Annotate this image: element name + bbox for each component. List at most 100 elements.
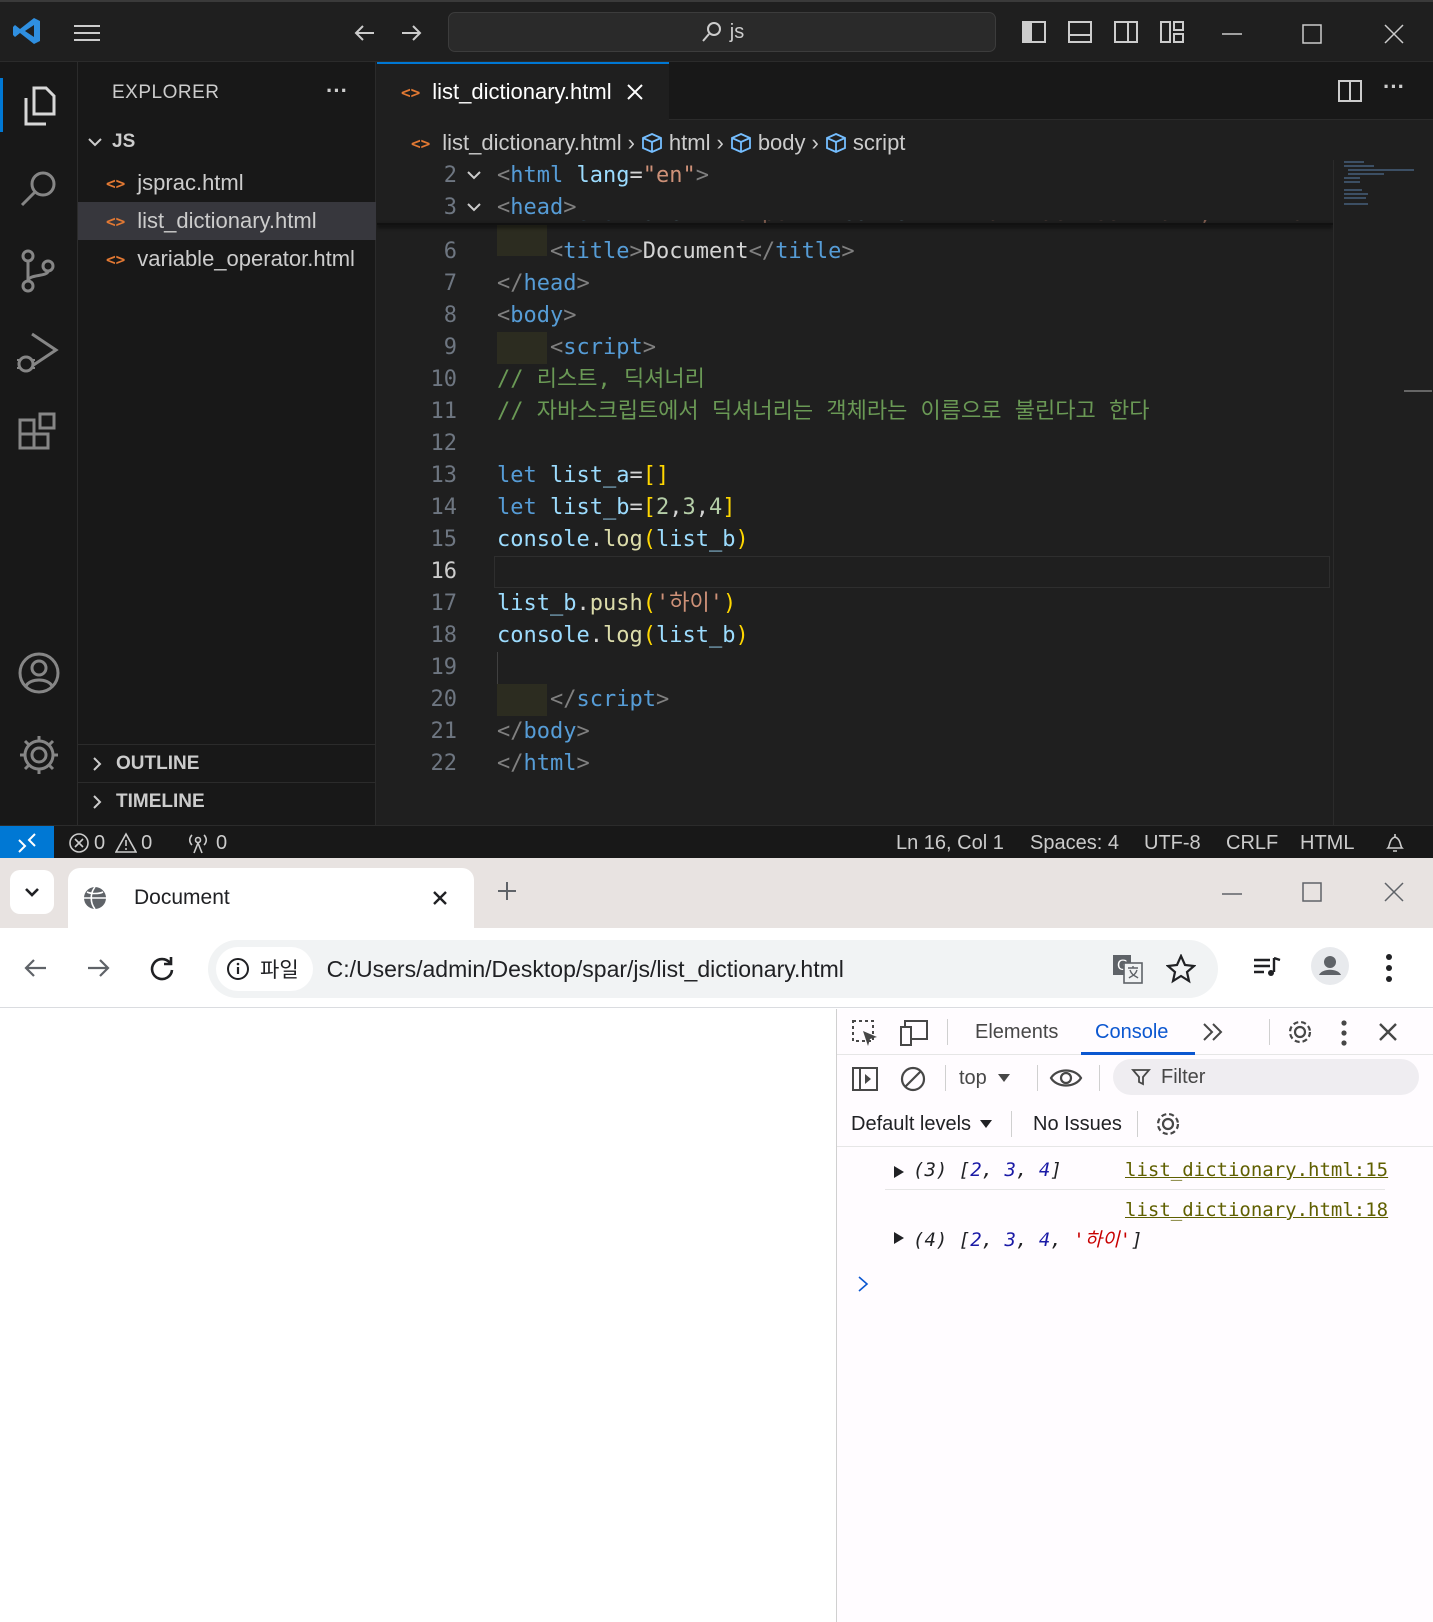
- clear-console-icon[interactable]: [899, 1065, 927, 1093]
- folder-js[interactable]: JS: [86, 126, 135, 158]
- breadcrumb-html[interactable]: html: [669, 130, 711, 156]
- breadcrumb-body[interactable]: body: [758, 130, 806, 156]
- customize-layout-icon[interactable]: [1158, 18, 1186, 46]
- menu-icon[interactable]: [72, 20, 102, 46]
- extensions-icon[interactable]: [12, 408, 66, 462]
- fold-chevron-icon[interactable]: [465, 166, 483, 184]
- minimize-icon[interactable]: [1222, 892, 1242, 896]
- manage-gear-icon[interactable]: [12, 728, 66, 782]
- console-prompt[interactable]: [837, 1265, 1433, 1305]
- cube-icon: [641, 132, 663, 154]
- log-source-link[interactable]: list_dictionary.html:15: [1125, 1159, 1388, 1181]
- address-bar[interactable]: 파일 C:/Users/admin/Desktop/spar/js/list_d…: [208, 940, 1218, 998]
- search-text: js: [729, 20, 745, 43]
- expand-triangle-icon[interactable]: [893, 1165, 905, 1179]
- forward-arrow-icon[interactable]: [398, 20, 424, 46]
- more-tabs-icon[interactable]: [1201, 1021, 1225, 1043]
- chevron-right-icon: ›: [627, 130, 635, 155]
- log-suffix: ]: [1050, 1159, 1062, 1181]
- notifications-bell-icon[interactable]: [1384, 826, 1406, 860]
- file-variable-operator[interactable]: <> variable_operator.html: [78, 240, 376, 278]
- explorer-icon[interactable]: [12, 78, 66, 132]
- close-window-icon[interactable]: [1384, 882, 1404, 902]
- timeline-section[interactable]: TIMELINE: [78, 782, 376, 820]
- breadcrumb-file[interactable]: list_dictionary.html: [442, 130, 621, 156]
- tab-console-active[interactable]: Console: [1081, 1009, 1195, 1055]
- minimize-icon[interactable]: [1222, 32, 1242, 36]
- encoding[interactable]: UTF-8: [1144, 826, 1201, 860]
- sidebar-toggle-icon[interactable]: [851, 1065, 879, 1093]
- fold-chevron-icon[interactable]: [465, 198, 483, 216]
- maximize-icon[interactable]: [1302, 24, 1322, 44]
- new-tab-plus-icon[interactable]: [496, 880, 518, 902]
- reload-icon[interactable]: [148, 954, 176, 982]
- media-control-icon[interactable]: [1252, 954, 1282, 982]
- browser-tab-document[interactable]: Document: [68, 868, 474, 928]
- live-expression-eye-icon[interactable]: [1049, 1065, 1083, 1091]
- maximize-icon[interactable]: [1302, 882, 1322, 902]
- problems-indicator[interactable]: 0 0: [68, 826, 152, 860]
- breadcrumb-script[interactable]: script: [853, 130, 906, 156]
- profile-avatar-icon[interactable]: [1310, 946, 1350, 986]
- devtools-menu-icon[interactable]: [1339, 1019, 1349, 1047]
- console-message-2[interactable]: list_dictionary.html:18 (4) [2, 3, 4, '하…: [837, 1191, 1433, 1253]
- back-arrow-icon[interactable]: [22, 954, 50, 982]
- ports-indicator[interactable]: 0: [186, 826, 227, 860]
- code-line-18: console.log(list_b): [497, 623, 749, 648]
- translate-icon[interactable]: G: [1112, 954, 1144, 984]
- toggle-panel-icon[interactable]: [1066, 18, 1094, 46]
- back-arrow-icon[interactable]: [352, 20, 378, 46]
- command-center-search[interactable]: js: [448, 12, 996, 52]
- code-line-8: <body>: [497, 303, 577, 328]
- tab-elements[interactable]: Elements: [975, 1021, 1058, 1044]
- log-levels-dropdown[interactable]: Default levels: [851, 1109, 993, 1139]
- bookmark-star-icon[interactable]: [1166, 954, 1196, 984]
- vscode-logo-icon: [12, 16, 42, 46]
- close-devtools-icon[interactable]: [1377, 1021, 1399, 1043]
- inspect-element-icon[interactable]: [851, 1019, 879, 1047]
- kebab-menu-icon[interactable]: [1384, 952, 1394, 984]
- toggle-primary-sidebar-icon[interactable]: [1020, 18, 1048, 46]
- log-source-link[interactable]: list_dictionary.html:18: [1125, 1199, 1388, 1221]
- site-info-chip[interactable]: 파일: [216, 947, 313, 991]
- code-line-20: </script>: [549, 687, 670, 712]
- device-toolbar-icon[interactable]: [899, 1019, 929, 1047]
- cursor-position[interactable]: Ln 16, Col 1: [896, 826, 1004, 860]
- editor-more-actions-icon[interactable]: ···: [1383, 74, 1405, 100]
- search-icon[interactable]: [12, 162, 66, 216]
- filter-input[interactable]: Filter: [1113, 1059, 1419, 1095]
- issues-label[interactable]: No Issues: [1033, 1113, 1122, 1136]
- run-debug-icon[interactable]: [12, 326, 66, 380]
- line-number: 10: [430, 367, 458, 392]
- file-list-dictionary[interactable]: <> list_dictionary.html: [78, 202, 376, 240]
- divider: [1099, 1065, 1100, 1091]
- minimap[interactable]: [1333, 160, 1433, 825]
- end-of-line[interactable]: CRLF: [1226, 826, 1278, 860]
- outline-section[interactable]: OUTLINE: [78, 744, 376, 782]
- code-area[interactable]: 2 3 6 7 8 9 10 11 12 13 14 15 16 17 18 1…: [377, 160, 1333, 825]
- more-actions-icon[interactable]: ···: [326, 78, 348, 104]
- language-mode[interactable]: HTML: [1300, 826, 1354, 860]
- expand-triangle-icon[interactable]: [893, 1231, 905, 1245]
- split-editor-icon[interactable]: [1337, 78, 1363, 104]
- context-selector[interactable]: top: [959, 1063, 1011, 1093]
- source-control-icon[interactable]: [12, 244, 66, 298]
- console-settings-gear-icon[interactable]: [1153, 1109, 1183, 1139]
- log-output: (4) [2, 3, 4, '하이']: [913, 1229, 1143, 1251]
- accounts-icon[interactable]: [12, 646, 66, 700]
- close-tab-icon[interactable]: [626, 83, 644, 101]
- tab-search-button[interactable]: [10, 870, 54, 914]
- close-tab-icon[interactable]: [432, 890, 448, 906]
- console-message-1[interactable]: (3) [2, 3, 4] list_dictionary.html:15: [837, 1149, 1433, 1191]
- indentation[interactable]: Spaces: 4: [1030, 826, 1119, 860]
- toggle-secondary-sidebar-icon[interactable]: [1112, 18, 1140, 46]
- file-jsprac[interactable]: <> jsprac.html: [78, 164, 376, 202]
- remote-indicator-icon[interactable]: [0, 826, 54, 860]
- settings-gear-icon[interactable]: [1285, 1017, 1315, 1047]
- tab-list-dictionary[interactable]: <> list_dictionary.html: [377, 62, 669, 120]
- forward-arrow-icon[interactable]: [84, 954, 112, 982]
- code-line-10-comment: // 리스트, 딕셔너리: [497, 367, 705, 392]
- sticky-scroll-shadow: [377, 223, 1333, 225]
- browser-window: Document 파일 C:/Users/admin/Desktop/spar/…: [0, 858, 1433, 1622]
- close-window-icon[interactable]: [1384, 24, 1404, 44]
